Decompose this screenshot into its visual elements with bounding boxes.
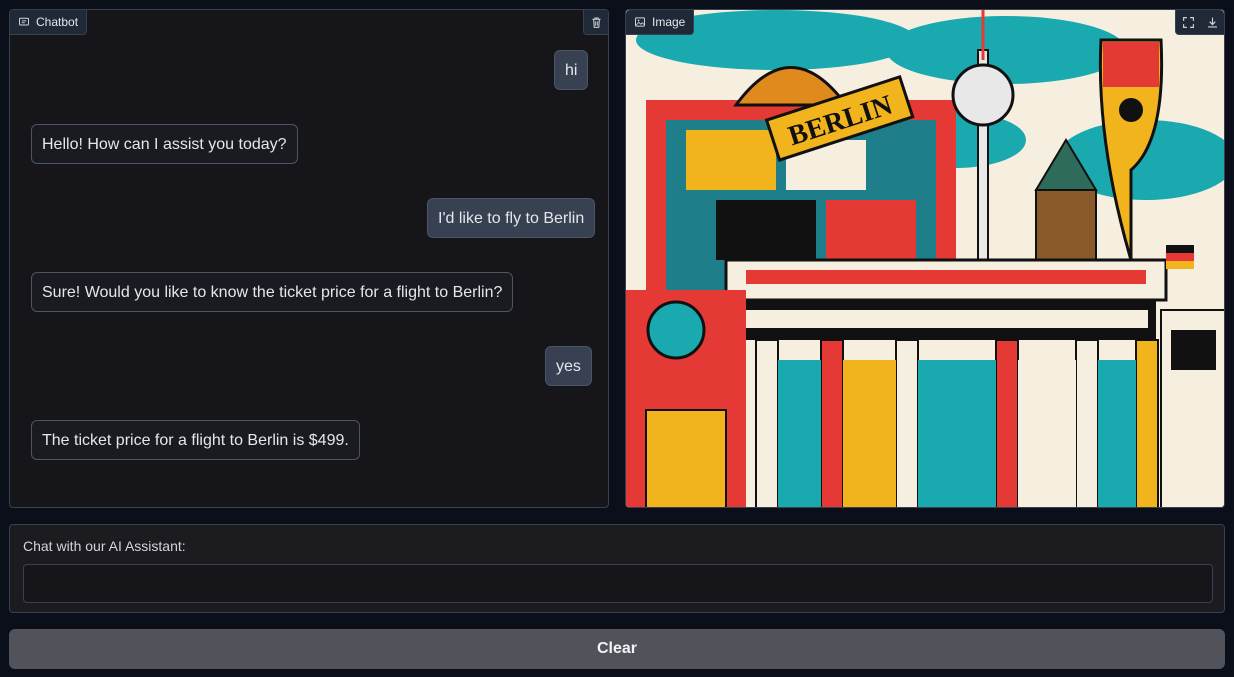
image-icon <box>635 17 645 27</box>
chat-input[interactable] <box>23 564 1213 603</box>
bot-message: Hello! How can I assist you today? <box>31 124 298 164</box>
clear-button[interactable]: Clear <box>9 629 1225 669</box>
image-label: Image <box>626 10 695 35</box>
fullscreen-icon <box>1182 16 1194 28</box>
chatbot-panel: Chatbot hi Hello! How can I assist you t… <box>9 9 609 508</box>
image-panel: BERLIN Image <box>625 9 1225 508</box>
bot-message: The ticket price for a flight to Berlin … <box>31 420 360 460</box>
download-icon <box>1207 17 1217 28</box>
chat-input-panel: Chat with our AI Assistant: <box>9 524 1225 613</box>
chat-input-label: Chat with our AI Assistant: <box>23 538 186 554</box>
chatbot-label: Chatbot <box>10 10 88 35</box>
bot-message: Sure! Would you like to know the ticket … <box>31 272 514 312</box>
clear-chat-button[interactable] <box>583 10 608 35</box>
chatbot-label-text: Chatbot <box>36 15 79 29</box>
chat-bubble-icon <box>19 17 29 26</box>
fullscreen-button[interactable] <box>1176 10 1200 34</box>
trash-icon <box>591 17 601 28</box>
berlin-pop-art-image: BERLIN <box>626 10 1224 507</box>
download-button[interactable] <box>1200 10 1224 34</box>
image-toolbar <box>1175 10 1224 35</box>
user-message: yes <box>545 346 592 386</box>
user-message: hi <box>554 50 589 90</box>
user-message: I'd like to fly to Berlin <box>427 198 596 238</box>
image-label-text: Image <box>652 15 686 29</box>
